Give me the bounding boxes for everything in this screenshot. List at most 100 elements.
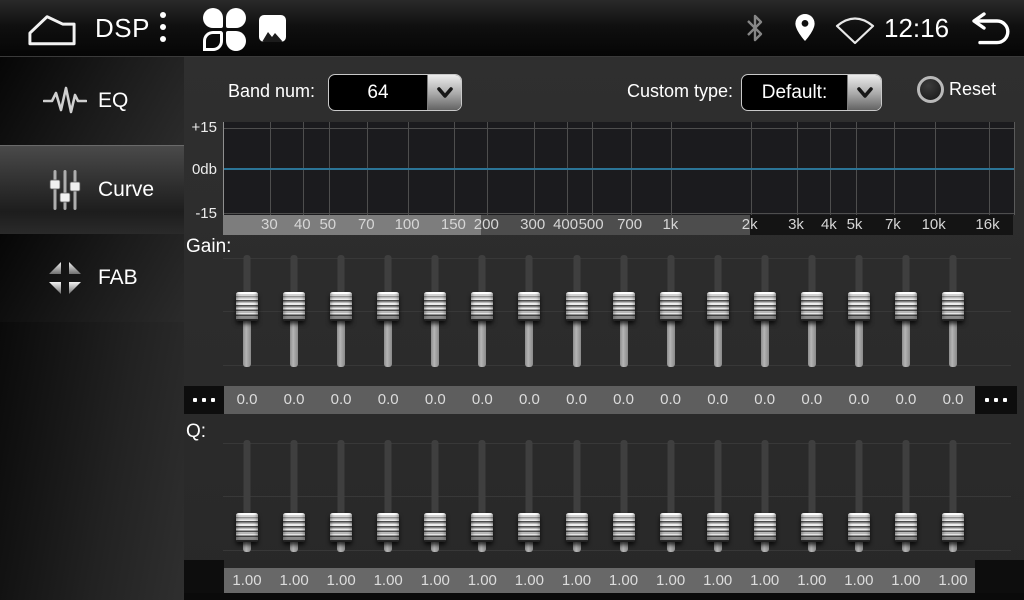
slider-track-upper xyxy=(479,440,486,513)
gain-slider[interactable] xyxy=(282,250,306,372)
gain-slider-thumb[interactable] xyxy=(754,292,776,321)
slider-track-lower xyxy=(431,321,439,367)
q-slider[interactable] xyxy=(659,435,683,557)
slider-track-upper xyxy=(761,440,768,513)
q-slider[interactable] xyxy=(753,435,777,557)
q-slider[interactable] xyxy=(941,435,965,557)
gain-slider-thumb[interactable] xyxy=(942,292,964,321)
gain-slider[interactable] xyxy=(894,250,918,372)
slider-track-lower xyxy=(478,542,486,552)
overflow-menu-button[interactable] xyxy=(160,12,166,42)
slider-track-upper xyxy=(432,255,439,292)
freq-tick-label: 700 xyxy=(617,215,642,235)
gain-slider-thumb[interactable] xyxy=(236,292,258,321)
gain-slider-thumb[interactable] xyxy=(424,292,446,321)
q-slider[interactable] xyxy=(517,435,541,557)
q-slider-thumb[interactable] xyxy=(754,513,776,542)
q-slider[interactable] xyxy=(706,435,730,557)
slider-track-lower xyxy=(573,542,581,552)
q-slider[interactable] xyxy=(565,435,589,557)
q-slider[interactable] xyxy=(894,435,918,557)
custom-type-dropdown[interactable]: Default: xyxy=(741,74,882,111)
sidebar-item-eq[interactable]: EQ xyxy=(0,57,184,146)
q-slider-thumb[interactable] xyxy=(283,513,305,542)
q-slider[interactable] xyxy=(800,435,824,557)
back-button[interactable] xyxy=(962,12,1014,46)
gallery-app-button[interactable] xyxy=(259,15,286,42)
gain-slider-thumb[interactable] xyxy=(660,292,682,321)
bottom-edge-bar xyxy=(184,593,1024,600)
q-slider-thumb[interactable] xyxy=(377,513,399,542)
gain-slider-thumb[interactable] xyxy=(895,292,917,321)
q-value: 1.00 xyxy=(505,568,553,593)
gain-value: 0.0 xyxy=(788,386,836,414)
slider-track-upper xyxy=(526,255,533,292)
freq-tick-label: 100 xyxy=(395,215,420,235)
gain-value: 0.0 xyxy=(317,386,365,414)
q-slider[interactable] xyxy=(282,435,306,557)
q-slider-thumb[interactable] xyxy=(566,513,588,542)
gain-slider[interactable] xyxy=(423,250,447,372)
q-slider-thumb[interactable] xyxy=(424,513,446,542)
apps-clover-button[interactable] xyxy=(203,8,246,51)
gain-slider[interactable] xyxy=(753,250,777,372)
q-slider-thumb[interactable] xyxy=(848,513,870,542)
q-slider[interactable] xyxy=(847,435,871,557)
q-slider-thumb[interactable] xyxy=(942,513,964,542)
slider-track-lower xyxy=(384,321,392,367)
q-slider-thumb[interactable] xyxy=(707,513,729,542)
gain-slider[interactable] xyxy=(329,250,353,372)
gain-slider[interactable] xyxy=(659,250,683,372)
q-slider[interactable] xyxy=(329,435,353,557)
freq-tick-label: 5k xyxy=(847,215,863,235)
gain-slider[interactable] xyxy=(565,250,589,372)
q-slider-thumb[interactable] xyxy=(471,513,493,542)
gain-slider[interactable] xyxy=(612,250,636,372)
gain-slider[interactable] xyxy=(706,250,730,372)
sidebar-item-curve[interactable]: Curve xyxy=(0,145,184,235)
q-slider[interactable] xyxy=(235,435,259,557)
q-slider[interactable] xyxy=(470,435,494,557)
gain-scroll-left-button[interactable] xyxy=(184,386,224,414)
slider-track-lower xyxy=(902,321,910,367)
gain-scroll-right-button[interactable] xyxy=(975,386,1017,414)
gain-slider[interactable] xyxy=(517,250,541,372)
q-slider[interactable] xyxy=(612,435,636,557)
gain-slider-thumb[interactable] xyxy=(613,292,635,321)
q-slider-thumb[interactable] xyxy=(330,513,352,542)
gain-slider-thumb[interactable] xyxy=(801,292,823,321)
gain-slider-thumb[interactable] xyxy=(566,292,588,321)
gain-slider-thumb[interactable] xyxy=(377,292,399,321)
freq-tick-label: 50 xyxy=(319,215,336,235)
freq-axis: 304050701001502003004005007001k2k3k4k5k7… xyxy=(223,215,1013,235)
freq-tick-label: 200 xyxy=(474,215,499,235)
gain-slider[interactable] xyxy=(847,250,871,372)
sidebar-item-fab[interactable]: FAB xyxy=(0,234,184,323)
gain-slider[interactable] xyxy=(941,250,965,372)
gain-slider-thumb[interactable] xyxy=(518,292,540,321)
gain-slider-thumb[interactable] xyxy=(283,292,305,321)
reset-radio[interactable] xyxy=(917,76,944,103)
q-slider-thumb[interactable] xyxy=(613,513,635,542)
q-slider[interactable] xyxy=(423,435,447,557)
q-slider-thumb[interactable] xyxy=(895,513,917,542)
gain-slider[interactable] xyxy=(470,250,494,372)
gain-slider-thumb[interactable] xyxy=(848,292,870,321)
freq-tick-label: 70 xyxy=(358,215,375,235)
q-slider[interactable] xyxy=(376,435,400,557)
band-num-dropdown[interactable]: 64 xyxy=(328,74,462,111)
q-slider-thumb[interactable] xyxy=(801,513,823,542)
q-slider-thumb[interactable] xyxy=(660,513,682,542)
q-slider-thumb[interactable] xyxy=(518,513,540,542)
gain-slider[interactable] xyxy=(376,250,400,372)
home-button[interactable] xyxy=(24,11,80,47)
gain-slider[interactable] xyxy=(235,250,259,372)
more-icon xyxy=(994,398,998,402)
gain-slider-thumb[interactable] xyxy=(707,292,729,321)
gain-slider-thumb[interactable] xyxy=(330,292,352,321)
q-slider-thumb[interactable] xyxy=(236,513,258,542)
gain-slider-thumb[interactable] xyxy=(471,292,493,321)
custom-type-label: Custom type: xyxy=(627,81,733,102)
gain-slider[interactable] xyxy=(800,250,824,372)
menu-dot xyxy=(160,12,166,18)
